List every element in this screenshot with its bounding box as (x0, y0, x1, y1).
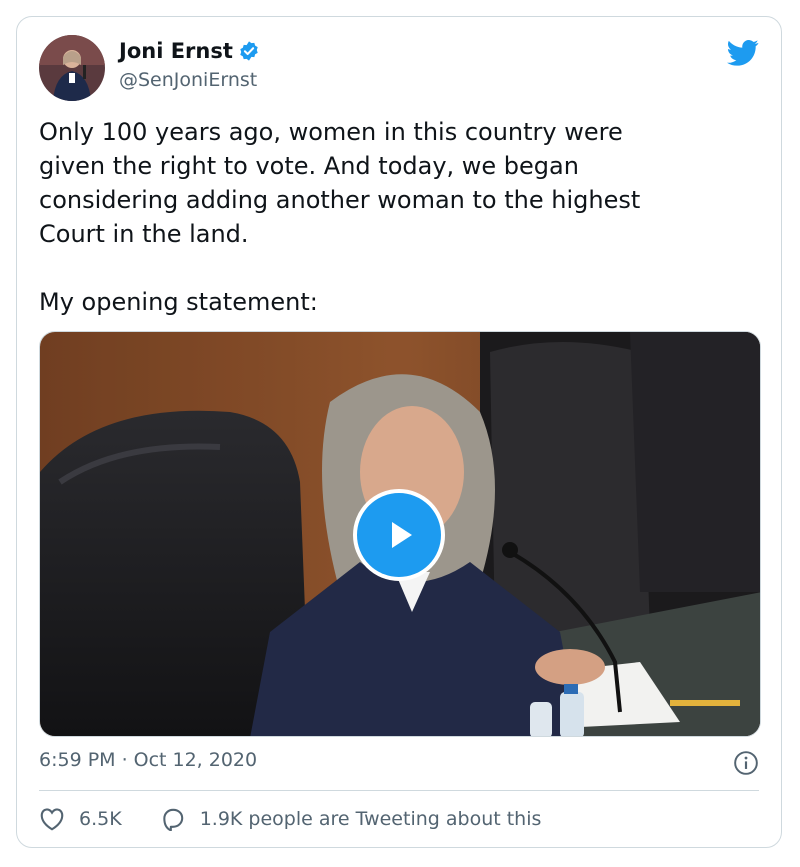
verified-badge-icon (238, 40, 260, 62)
tweet-actions: 6.5K 1.9K people are Tweeting about this (39, 807, 541, 831)
tweet-text: Only 100 years ago, women in this countr… (39, 118, 641, 316)
avatar[interactable] (39, 35, 105, 101)
info-icon[interactable] (733, 750, 759, 776)
tweet-time[interactable]: 6:59 PM (39, 749, 116, 771)
author-handle[interactable]: @SenJoniErnst (119, 69, 257, 91)
meta-separator: · (121, 749, 128, 771)
tweet-timestamp[interactable]: 6:59 PM · Oct 12, 2020 (39, 749, 257, 771)
heart-icon (40, 808, 64, 831)
author-name-row[interactable]: Joni Ernst (119, 39, 260, 63)
author-name[interactable]: Joni Ernst (119, 39, 233, 63)
twitter-bird-icon[interactable] (727, 39, 759, 67)
like-button[interactable]: 6.5K (39, 807, 122, 831)
conversation-label[interactable]: 1.9K people are Tweeting about this (200, 808, 542, 830)
play-icon (392, 522, 412, 548)
video-player[interactable] (39, 331, 761, 737)
tweet-card: Joni Ernst @SenJoniErnst Only 100 years … (16, 16, 782, 848)
play-button[interactable] (353, 489, 445, 581)
divider (39, 790, 759, 791)
tweet-date[interactable]: Oct 12, 2020 (134, 749, 258, 771)
like-count[interactable]: 6.5K (79, 808, 122, 830)
conversation-link[interactable]: 1.9K people are Tweeting about this (160, 807, 542, 831)
speech-bubble-icon (162, 808, 183, 831)
